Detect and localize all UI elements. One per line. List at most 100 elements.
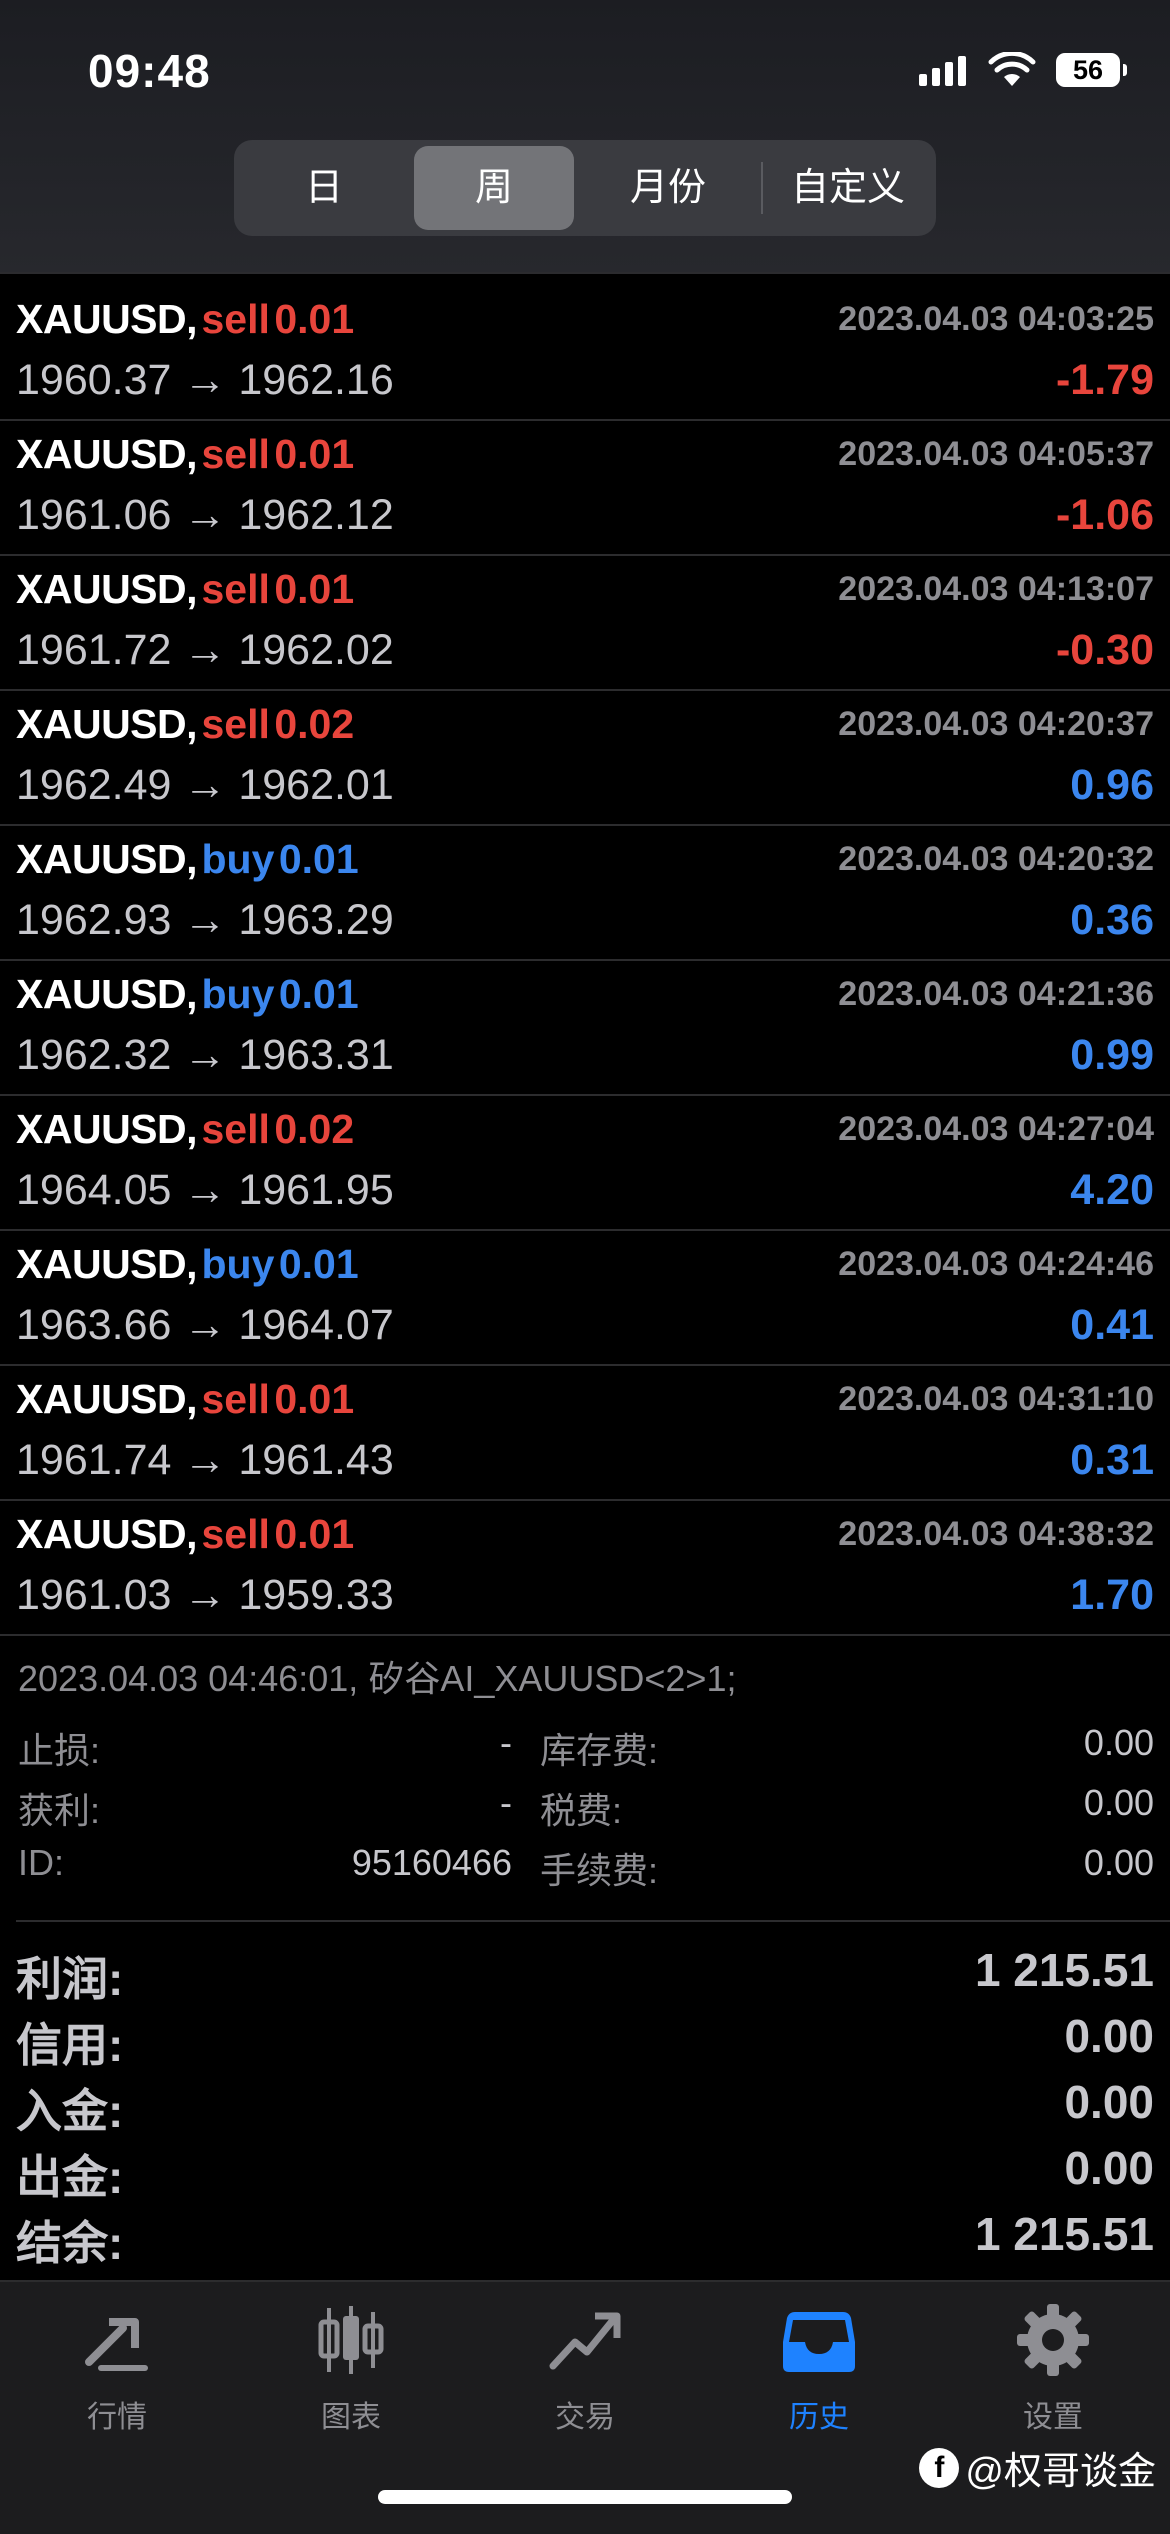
header: 09:48 56 日 周 月份 自定义	[0, 0, 1170, 274]
quotes-arrows-icon	[85, 2318, 148, 2371]
trade-trend-icon	[549, 2312, 621, 2370]
take-profit-value: -	[500, 1782, 512, 1823]
tax-value: 0.00	[1083, 1782, 1154, 1823]
trade-volume: 0.01	[274, 1376, 355, 1422]
status-icons: 56	[919, 50, 1127, 90]
trade-side: sell	[201, 566, 270, 612]
trade-row[interactable]: XAUUSD, buy 0.01 2023.04.03 04:20:32 1962.…	[0, 826, 1170, 961]
trade-timestamp: 2023.04.03 04:21:36	[838, 975, 1154, 1013]
trade-row[interactable]: XAUUSD, buy 0.01 2023.04.03 04:21:36 1962.…	[0, 961, 1170, 1096]
trade-side: sell	[201, 1106, 270, 1152]
trade-timestamp: 2023.04.03 04:38:32	[838, 1515, 1154, 1553]
watermark: f @权哥谈金	[919, 2440, 1156, 2495]
trade-row[interactable]: XAUUSD, sell 0.02 2023.04.03 04:20:37 1962…	[0, 691, 1170, 826]
period-segmented-control: 日 周 月份 自定义	[234, 140, 936, 236]
trade-prices: 1960.37 → 1962.16	[16, 356, 394, 404]
trade-row-header: XAUUSD, sell 0.01 2023.04.03 04:13:07	[16, 566, 1154, 616]
home-indicator[interactable]	[378, 2490, 792, 2504]
trade-timestamp: 2023.04.03 04:03:25	[838, 300, 1154, 338]
trade-symbol: XAUUSD,	[16, 1241, 198, 1287]
trade-row-body: 1961.72 → 1962.02 -0.30	[16, 626, 1154, 678]
trade-volume: 0.01	[274, 1511, 355, 1557]
trade-symbol: XAUUSD,	[16, 701, 198, 747]
trade-profit: -1.06	[1055, 491, 1154, 539]
trade-side: sell	[201, 296, 270, 342]
tab-label: 图表	[321, 2401, 381, 2434]
trade-history-list: XAUUSD, sell 0.01 2023.04.03 04:03:25 1960…	[0, 286, 1170, 1636]
segment-divider	[761, 162, 763, 214]
wifi-icon	[988, 52, 1036, 86]
battery-icon: 56	[1056, 53, 1127, 87]
trade-row-header: XAUUSD, buy 0.01 2023.04.03 04:24:46	[16, 1241, 1154, 1291]
trade-prices: 1962.32 → 1963.31	[16, 1031, 394, 1079]
tab-label: 历史	[789, 2401, 849, 2434]
trade-row-body: 1961.74 → 1961.43 0.31	[16, 1436, 1154, 1488]
trade-side: sell	[201, 701, 270, 747]
trade-prices: 1961.74 → 1961.43	[16, 1436, 394, 1484]
tab-day[interactable]: 日	[240, 146, 408, 230]
trade-timestamp: 2023.04.03 04:05:37	[838, 435, 1154, 473]
trade-symbol: XAUUSD,	[16, 431, 198, 477]
swap-value: 0.00	[1083, 1722, 1154, 1763]
trade-row-header: XAUUSD, sell 0.01 2023.04.03 04:38:32	[16, 1511, 1154, 1561]
trade-row[interactable]: XAUUSD, sell 0.01 2023.04.03 04:13:07 1961…	[0, 556, 1170, 691]
trade-prices: 1962.93 → 1963.29	[16, 896, 394, 944]
summary-deposit-row: 入金: 0.00	[16, 2075, 1154, 2141]
trade-row-header: XAUUSD, sell 0.01 2023.04.03 04:03:25	[16, 296, 1154, 346]
trade-timestamp: 2023.04.03 04:31:10	[838, 1380, 1154, 1418]
tab-chart[interactable]: 图表	[234, 2302, 468, 2452]
trade-row-body: 1961.03 → 1959.33 1.70	[16, 1571, 1154, 1623]
trade-volume: 0.02	[274, 701, 355, 747]
trade-row[interactable]: XAUUSD, sell 0.01 2023.04.03 04:38:32 1961…	[0, 1501, 1170, 1636]
trade-volume: 0.01	[278, 836, 359, 882]
tab-settings[interactable]: 设置	[936, 2302, 1170, 2452]
trade-symbol: XAUUSD,	[16, 1106, 198, 1152]
tab-custom[interactable]: 自定义	[766, 146, 930, 230]
tab-history[interactable]: 历史	[702, 2302, 936, 2452]
trade-side: buy	[201, 1241, 275, 1287]
trade-symbol: XAUUSD,	[16, 296, 198, 342]
trade-side: sell	[201, 1376, 270, 1422]
trade-symbol: XAUUSD,	[16, 836, 198, 882]
trade-row-body: 1961.06 → 1962.12 -1.06	[16, 491, 1154, 543]
facebook-icon: f	[919, 2447, 960, 2488]
tab-month[interactable]: 月份	[580, 146, 756, 230]
summary-value: 0.00	[1064, 2076, 1154, 2128]
trade-row-body: 1962.49 → 1962.01 0.96	[16, 761, 1154, 813]
trade-profit: 0.41	[1070, 1301, 1154, 1349]
summary-divider	[16, 1920, 1170, 1922]
trade-prices: 1964.05 → 1961.95	[16, 1166, 394, 1214]
candlestick-chart-icon	[318, 2306, 384, 2374]
trade-volume: 0.01	[274, 431, 355, 477]
summary-value: 1 215.51	[974, 1944, 1154, 1996]
trade-row[interactable]: XAUUSD, sell 0.01 2023.04.03 04:31:10 1961…	[0, 1366, 1170, 1501]
trade-profit: 0.99	[1070, 1031, 1154, 1079]
trade-row[interactable]: XAUUSD, sell 0.01 2023.04.03 04:03:25 1960…	[0, 286, 1170, 421]
summary-label: 结余:	[16, 2217, 124, 2269]
trade-volume: 0.01	[278, 971, 359, 1017]
trade-timestamp: 2023.04.03 04:20:32	[838, 840, 1154, 878]
tab-week[interactable]: 周	[414, 146, 574, 230]
trade-row[interactable]: XAUUSD, buy 0.01 2023.04.03 04:24:46 1963.…	[0, 1231, 1170, 1366]
trade-row[interactable]: XAUUSD, sell 0.02 2023.04.03 04:27:04 1964…	[0, 1096, 1170, 1231]
id-value: 95160466	[351, 1842, 512, 1883]
watermark-text: @权哥谈金	[965, 2451, 1156, 2493]
tab-label: 行情	[87, 2401, 147, 2434]
trade-row-body: 1963.66 → 1964.07 0.41	[16, 1301, 1154, 1353]
trade-volume: 0.01	[274, 296, 355, 342]
trade-volume: 0.01	[278, 1241, 359, 1287]
tab-quotes[interactable]: 行情	[0, 2302, 234, 2452]
trade-timestamp: 2023.04.03 04:24:46	[838, 1245, 1154, 1283]
trade-symbol: XAUUSD,	[16, 1376, 198, 1422]
trade-symbol: XAUUSD,	[16, 566, 198, 612]
trade-symbol: XAUUSD,	[16, 1511, 198, 1557]
summary-balance-row: 结余: 1 215.51	[16, 2207, 1154, 2273]
trade-row[interactable]: XAUUSD, sell 0.01 2023.04.03 04:05:37 1961…	[0, 421, 1170, 556]
tab-trade[interactable]: 交易	[468, 2302, 702, 2452]
trade-row-body: 1962.32 → 1963.31 0.99	[16, 1031, 1154, 1083]
history-inbox-icon	[783, 2312, 855, 2372]
trade-side: buy	[201, 971, 275, 1017]
summary-profit-row: 利润: 1 215.51	[16, 1943, 1154, 2009]
cellular-signal-icon	[919, 54, 966, 86]
summary-label: 入金:	[16, 2085, 124, 2137]
